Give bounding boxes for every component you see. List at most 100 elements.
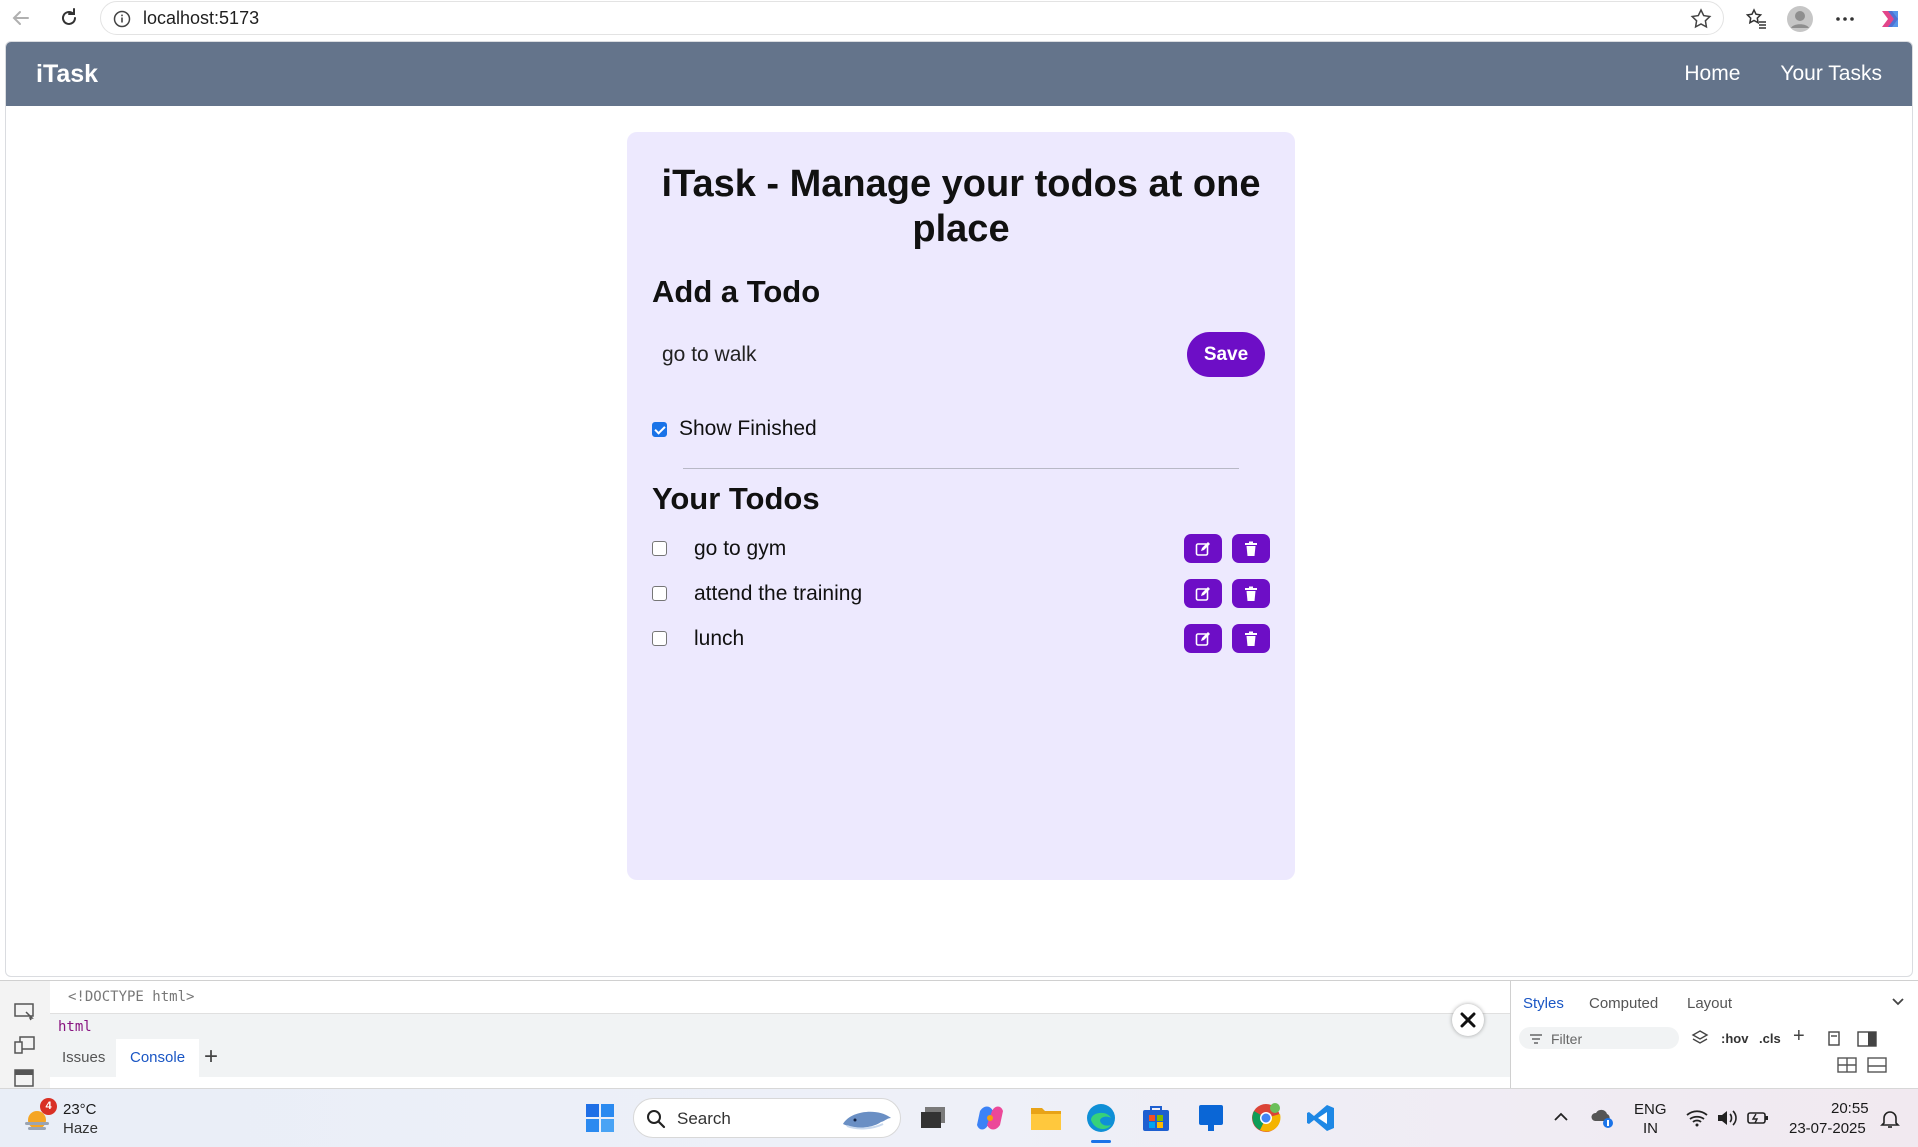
taskbar-copilot[interactable] — [970, 1098, 1010, 1138]
search-highlight-whale-icon — [843, 1111, 891, 1130]
chrome-icon — [1252, 1103, 1281, 1132]
search-label: Search — [677, 1109, 731, 1128]
computed-sidebar-icon[interactable] — [1857, 1031, 1877, 1047]
filter-icon — [1530, 1034, 1542, 1044]
add-tab-icon[interactable]: + — [204, 1043, 218, 1071]
todo-text: go to gym — [694, 537, 787, 560]
active-app-indicator — [1091, 1140, 1111, 1143]
edge-browser-icon — [1087, 1104, 1115, 1132]
divider — [683, 468, 1239, 469]
drawer-tabs: Issues Console + — [50, 1039, 1510, 1077]
address-bar[interactable]: localhost:5173 — [100, 1, 1724, 35]
taskbar-file-explorer[interactable] — [1026, 1098, 1066, 1138]
element-state-icon[interactable] — [1827, 1031, 1841, 1047]
layers-icon[interactable] — [1691, 1029, 1709, 1047]
taskbar-search[interactable]: Search — [633, 1098, 901, 1138]
devtools-close-button[interactable] — [1452, 1004, 1484, 1036]
nav-home-link[interactable]: Home — [1684, 62, 1740, 86]
delete-button[interactable] — [1232, 579, 1270, 608]
your-todos-heading: Your Todos — [652, 481, 820, 516]
tab-layout[interactable]: Layout — [1687, 995, 1732, 1012]
brand-logo[interactable]: iTask — [36, 60, 98, 89]
page-viewport: iTask Home Your Tasks iTask - Manage you… — [5, 41, 1913, 977]
back-button[interactable] — [6, 3, 36, 33]
chevron-up-icon[interactable] — [1553, 1111, 1569, 1123]
trash-icon — [1245, 541, 1257, 556]
edit-button[interactable] — [1184, 624, 1222, 653]
windows-logo-icon — [586, 1104, 614, 1132]
more-dots-icon — [1836, 17, 1854, 21]
hov-toggle[interactable]: :hov — [1721, 1031, 1748, 1046]
taskbar-chrome[interactable] — [1246, 1098, 1286, 1138]
favorites-button[interactable] — [1740, 3, 1772, 35]
todo-checkbox[interactable] — [652, 586, 667, 601]
tab-styles[interactable]: Styles — [1523, 995, 1564, 1012]
inspect-icon[interactable] — [14, 1003, 36, 1021]
menu-button[interactable] — [1829, 3, 1861, 35]
device-toggle-icon[interactable] — [14, 1036, 36, 1054]
task-view-icon — [921, 1107, 945, 1128]
copilot-button[interactable] — [1874, 3, 1906, 35]
todo-item: lunch — [652, 624, 1276, 660]
tab-issues[interactable]: Issues — [62, 1049, 105, 1066]
close-icon — [1460, 1012, 1476, 1028]
favorites-list-icon — [1745, 8, 1766, 29]
back-arrow-icon — [12, 11, 29, 25]
store-icon — [1143, 1106, 1169, 1131]
page-title: iTask - Manage your todos at one place — [661, 163, 1261, 250]
edit-icon — [1195, 631, 1210, 646]
delete-button[interactable] — [1232, 624, 1270, 653]
reload-button[interactable] — [54, 3, 84, 33]
devtools-panel: <!DOCTYPE html> html Issues Console + St… — [0, 980, 1918, 1089]
region-indicator[interactable]: IN — [1643, 1120, 1658, 1137]
blue-app-icon — [1199, 1105, 1223, 1131]
folder-icon — [1031, 1108, 1061, 1130]
taskbar-app-blue[interactable] — [1191, 1098, 1231, 1138]
panel-layout-icon[interactable] — [1837, 1057, 1857, 1073]
todo-checkbox[interactable] — [652, 541, 667, 556]
edit-icon — [1195, 586, 1210, 601]
tab-computed[interactable]: Computed — [1589, 995, 1658, 1012]
clock-time[interactable]: 20:55 — [1831, 1100, 1869, 1117]
start-button[interactable] — [580, 1098, 620, 1138]
show-finished-checkbox[interactable] — [652, 422, 667, 437]
save-button[interactable]: Save — [1187, 332, 1265, 377]
dock-icon[interactable] — [14, 1069, 36, 1087]
delete-button[interactable] — [1232, 534, 1270, 563]
breadcrumb-html[interactable]: html — [58, 1019, 92, 1035]
favorite-star-icon[interactable] — [1689, 7, 1713, 31]
wifi-icon[interactable] — [1686, 1109, 1708, 1127]
notification-bell-icon[interactable] — [1880, 1109, 1900, 1129]
language-indicator[interactable]: ENG — [1634, 1101, 1667, 1118]
taskbar-edge[interactable] — [1081, 1098, 1121, 1143]
tab-console[interactable]: Console — [116, 1039, 200, 1077]
panel-split-icon[interactable] — [1867, 1057, 1887, 1073]
todo-item: attend the training — [652, 579, 1276, 615]
edit-button[interactable] — [1184, 534, 1222, 563]
nav-your-tasks-link[interactable]: Your Tasks — [1780, 62, 1882, 86]
dom-tree-line[interactable]: <!DOCTYPE html> — [68, 989, 194, 1005]
edit-button[interactable] — [1184, 579, 1222, 608]
cls-toggle[interactable]: .cls — [1759, 1031, 1781, 1046]
task-view-button[interactable] — [913, 1098, 953, 1138]
taskbar-store[interactable] — [1136, 1098, 1176, 1138]
chevron-down-icon[interactable] — [1891, 997, 1905, 1007]
copilot-icon — [1882, 11, 1898, 27]
profile-button[interactable] — [1784, 3, 1816, 35]
dom-breadcrumb-bar: html — [50, 1013, 1510, 1039]
todo-checkbox[interactable] — [652, 631, 667, 646]
onedrive-icon[interactable] — [1590, 1107, 1614, 1129]
app-navbar: iTask Home Your Tasks — [6, 42, 1912, 106]
site-info-icon[interactable] — [113, 10, 131, 28]
clock-date[interactable]: 23-07-2025 — [1789, 1120, 1866, 1137]
new-rule-icon[interactable]: + — [1793, 1025, 1805, 1048]
styles-filter-input[interactable]: Filter — [1519, 1027, 1679, 1049]
copilot-app-icon — [977, 1106, 1003, 1130]
taskbar-vscode[interactable] — [1301, 1098, 1341, 1138]
weather-badge: 4 — [40, 1098, 57, 1115]
battery-icon[interactable] — [1747, 1109, 1769, 1127]
todo-text: attend the training — [694, 582, 863, 605]
todo-text: lunch — [694, 627, 745, 650]
volume-icon[interactable] — [1716, 1109, 1738, 1127]
todo-input[interactable] — [662, 337, 1142, 373]
